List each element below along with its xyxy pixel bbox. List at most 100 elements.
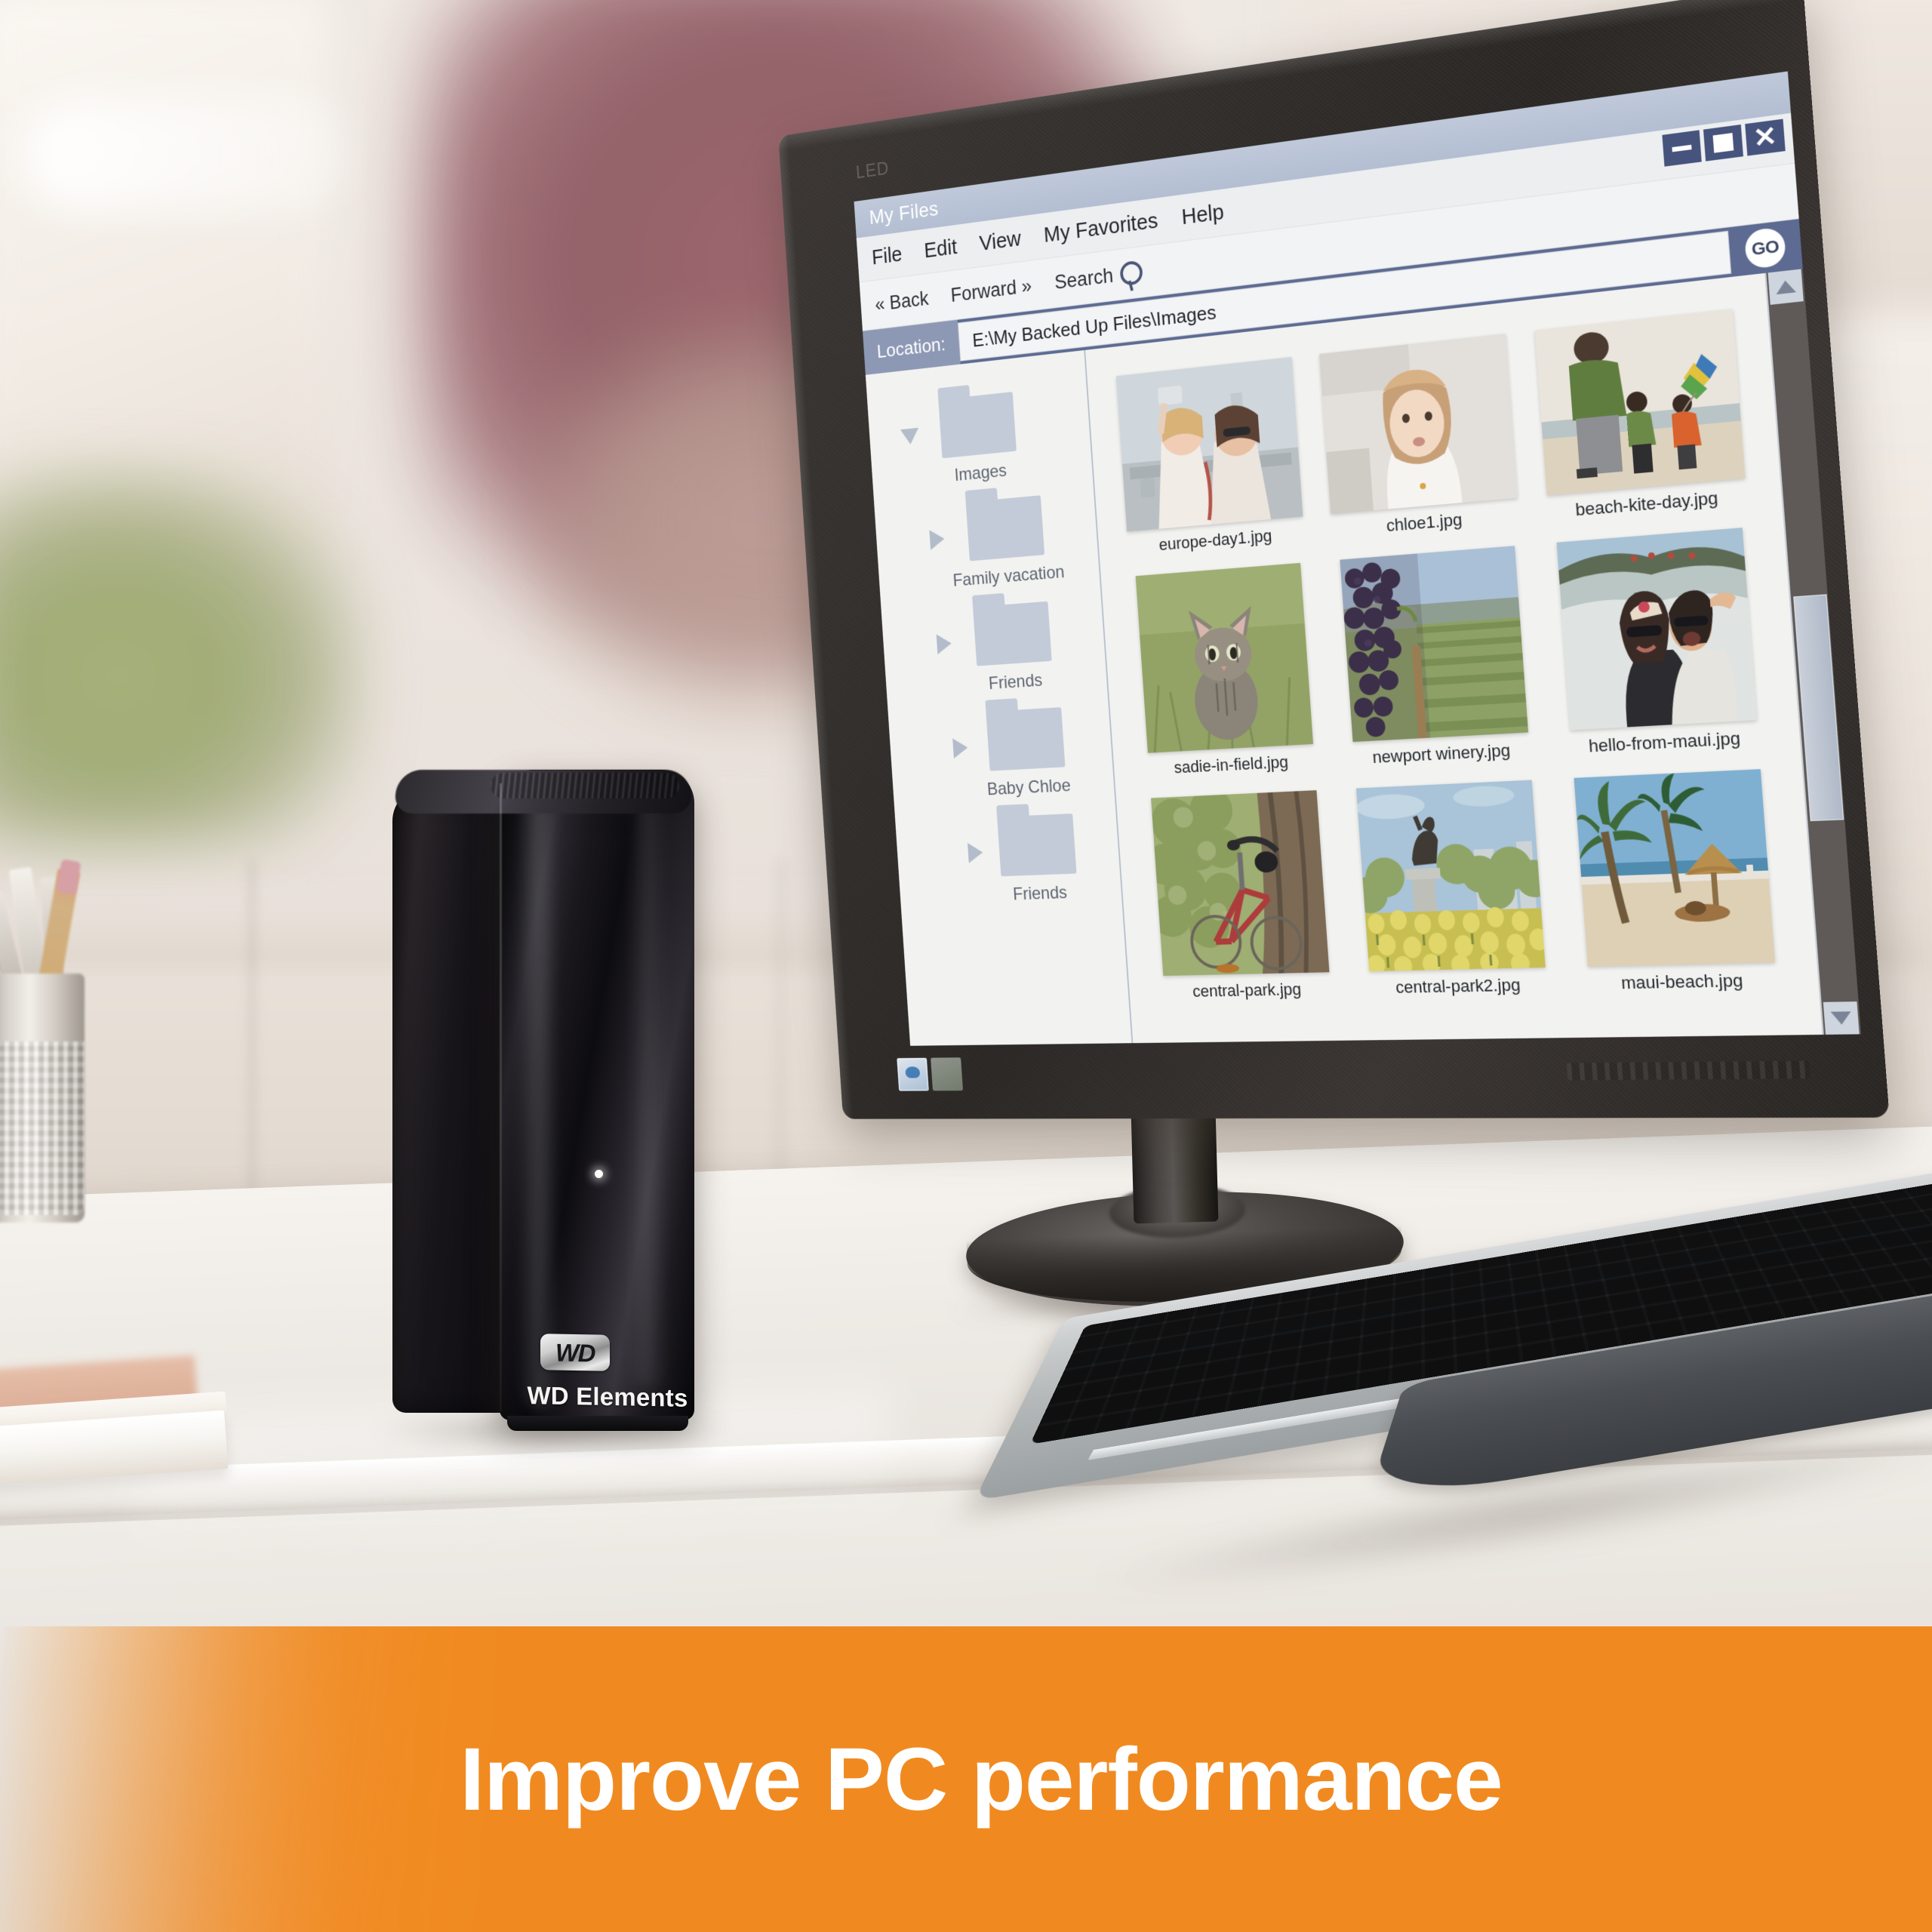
chevron-right-icon[interactable] xyxy=(936,633,952,655)
search-label: Search xyxy=(1054,263,1114,294)
menu-item-edit[interactable]: Edit xyxy=(924,235,958,263)
file-item[interactable]: hello-from-maui.jpg xyxy=(1540,526,1777,758)
maximize-icon xyxy=(1712,133,1734,153)
tree-item-friends-1[interactable]: Friends xyxy=(881,597,1107,700)
file-manager-window: My Files File Edit View My Favorites Hel… xyxy=(854,71,1861,1046)
photo-bicycle-tree xyxy=(1151,790,1330,977)
photo-kitten-grass xyxy=(1135,562,1314,753)
drive-side-face xyxy=(392,786,506,1413)
tree-item-label: Family vacation xyxy=(952,561,1066,591)
screenshot-root: WD WD Elements LED My Files File Edit Vi… xyxy=(0,0,1932,1932)
drive-edge-seam xyxy=(500,783,502,1411)
close-button[interactable]: ✕ xyxy=(1745,118,1786,156)
drive-foot xyxy=(507,1416,688,1431)
file-item[interactable]: newport winery.jpg xyxy=(1324,544,1547,769)
back-button[interactable]: « Back xyxy=(875,287,930,315)
tree-item-label: Friends xyxy=(988,670,1043,694)
thumbnail-hello-from-maui[interactable] xyxy=(1556,528,1757,731)
maximize-button[interactable] xyxy=(1703,125,1743,162)
thumbnail-europe-day1[interactable] xyxy=(1115,357,1303,532)
tree-item-friends-2[interactable]: Friends xyxy=(895,811,1121,909)
drive-top-vent xyxy=(491,773,679,798)
scroll-up-button[interactable] xyxy=(1767,269,1804,305)
thumbnail-chloe1[interactable] xyxy=(1319,334,1518,515)
scroll-down-button[interactable] xyxy=(1823,1001,1860,1035)
tree-item-label: Images xyxy=(953,460,1008,485)
background-plant-blur xyxy=(0,468,362,845)
go-button[interactable]: GO xyxy=(1727,219,1803,277)
file-item[interactable]: beach-kite-day.jpg xyxy=(1524,308,1758,524)
search-icon xyxy=(1119,260,1143,287)
tree-item-family-vacation[interactable]: Family vacation xyxy=(875,491,1100,597)
thumbnail-beach-kite-day[interactable] xyxy=(1534,309,1746,496)
menu-item-file[interactable]: File xyxy=(871,242,903,269)
chevron-right-icon[interactable] xyxy=(929,528,946,550)
forward-button[interactable]: Forward » xyxy=(950,274,1032,306)
photo-statue-tulips xyxy=(1355,780,1546,972)
menu-item-my-favorites[interactable]: My Favorites xyxy=(1043,208,1158,248)
folder-icon xyxy=(997,814,1077,877)
file-grid-pane: europe-day1.jpg chloe1.jpg beach-kite-da… xyxy=(1085,269,1861,1044)
menu-item-view[interactable]: View xyxy=(979,227,1022,257)
file-item[interactable]: maui-beach.jpg xyxy=(1557,768,1795,995)
file-item[interactable]: chloe1.jpg xyxy=(1309,333,1531,542)
file-name: sadie-in-field.jpg xyxy=(1173,752,1289,777)
folder-icon xyxy=(938,392,1017,459)
wd-elements-drive: WD WD Elements xyxy=(392,770,702,1434)
minimize-icon xyxy=(1672,144,1692,152)
thumbnail-maui-beach[interactable] xyxy=(1574,769,1776,967)
monitor: LED My Files File Edit View My Favorites… xyxy=(724,0,1890,1177)
tree-item-label: Baby Chloe xyxy=(986,775,1072,800)
triangle-down-icon xyxy=(1830,1011,1852,1025)
bezel-sticker-badges xyxy=(897,1057,964,1091)
file-name: central-park2.jpg xyxy=(1395,975,1521,997)
drive-gloss-highlight xyxy=(519,780,558,1407)
background-window-glow xyxy=(23,98,347,211)
product-name-label: WD Elements xyxy=(527,1381,688,1412)
file-name: chloe1.jpg xyxy=(1386,509,1463,536)
file-item[interactable]: europe-day1.jpg xyxy=(1106,356,1315,558)
folder-icon xyxy=(973,601,1052,666)
photo-maui-beach xyxy=(1574,769,1776,967)
thumbnail-newport-winery[interactable] xyxy=(1340,546,1529,743)
file-item[interactable]: sadie-in-field.jpg xyxy=(1121,561,1331,780)
bezel-vent-slots xyxy=(1566,1060,1811,1081)
file-name: central-park.jpg xyxy=(1192,980,1303,1001)
tree-item-baby-chloe[interactable]: Baby Chloe xyxy=(888,704,1115,804)
energy-star-sticker-icon xyxy=(897,1057,929,1091)
tree-item-images[interactable]: Images xyxy=(868,384,1093,494)
thumbnail-sadie-in-field[interactable] xyxy=(1135,562,1314,753)
chevron-right-icon[interactable] xyxy=(952,737,969,758)
tree-item-label: Friends xyxy=(1012,882,1068,905)
photo-selfie-bridge xyxy=(1115,357,1303,532)
drive-gloss-highlight-2 xyxy=(632,792,663,1389)
photo-beach-kite xyxy=(1534,309,1746,496)
file-name: hello-from-maui.jpg xyxy=(1588,728,1741,756)
file-name: beach-kite-day.jpg xyxy=(1574,488,1719,520)
close-icon: ✕ xyxy=(1752,120,1779,155)
window-title: My Files xyxy=(868,197,940,229)
thumbnail-central-park2[interactable] xyxy=(1355,780,1546,972)
banner-headline: Improve PC performance xyxy=(460,1729,1503,1829)
power-led-indicator xyxy=(595,1170,603,1178)
monitor-bezel: LED My Files File Edit View My Favorites… xyxy=(778,0,1890,1119)
menu-item-help[interactable]: Help xyxy=(1181,200,1225,230)
photo-couple-maui xyxy=(1556,528,1757,731)
chevron-down-icon[interactable] xyxy=(900,427,920,445)
thumbnail-grid: europe-day1.jpg chloe1.jpg beach-kite-da… xyxy=(1085,273,1823,1043)
eco-sticker-icon xyxy=(931,1057,964,1091)
folder-icon xyxy=(986,707,1066,771)
pencil-cup-mesh xyxy=(0,1041,85,1215)
photo-girl-portrait xyxy=(1319,334,1518,515)
monitor-screen: My Files File Edit View My Favorites Hel… xyxy=(854,71,1861,1046)
file-item[interactable]: central-park2.jpg xyxy=(1340,779,1564,998)
thumbnail-central-park[interactable] xyxy=(1151,790,1330,977)
file-item[interactable]: central-park.jpg xyxy=(1136,789,1348,1002)
file-name: europe-day1.jpg xyxy=(1158,525,1273,555)
folder-icon xyxy=(965,495,1045,561)
minimize-button[interactable] xyxy=(1662,130,1702,167)
chevron-right-icon[interactable] xyxy=(968,842,984,863)
window-body: Images Family vacation Friends Baby Chlo… xyxy=(865,269,1861,1046)
search-control[interactable]: Search xyxy=(1054,260,1143,294)
file-name: newport winery.jpg xyxy=(1371,740,1511,768)
